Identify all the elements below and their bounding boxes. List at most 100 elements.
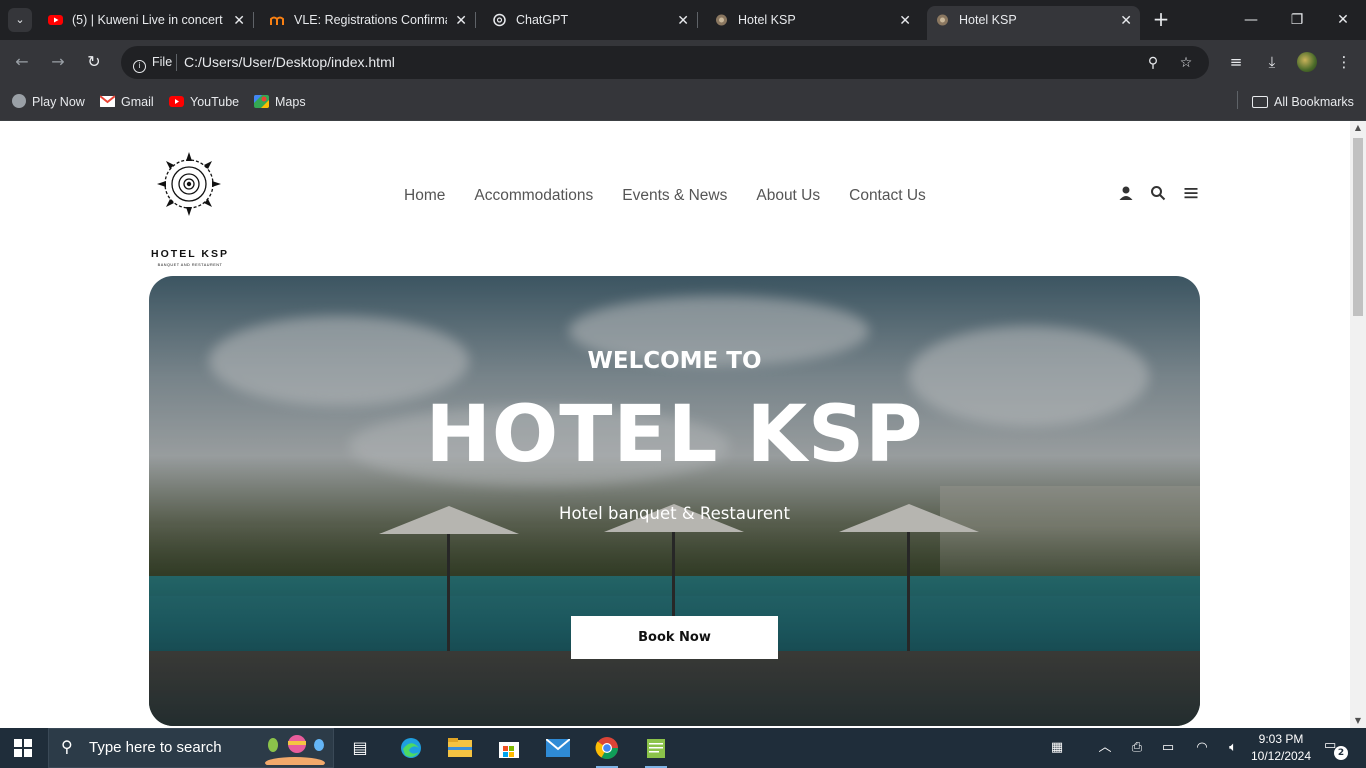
browser-tab[interactable]: (5) | Kuweni Live in concert 2 ✕ (40, 6, 254, 34)
mandala-icon (157, 152, 221, 216)
close-icon[interactable]: ✕ (677, 6, 689, 34)
scheme-label: File (152, 55, 173, 69)
volume-icon[interactable]: 🔈︎ (1223, 738, 1243, 758)
tab-title: (5) | Kuweni Live in concert 2 (72, 13, 225, 27)
hamburger-menu-icon[interactable] (1180, 185, 1202, 207)
site-info-chip[interactable]: i File (127, 51, 180, 74)
bookmark-label: Gmail (121, 95, 154, 109)
taskbar-search-placeholder: Type here to search (89, 739, 222, 756)
edge-icon[interactable] (397, 734, 425, 762)
folder-icon (1252, 96, 1268, 108)
tab-separator (475, 12, 476, 28)
bookmark-maps[interactable]: Maps (254, 92, 306, 112)
site-logo[interactable]: HOTEL KSP BANQUET AND RESTAURENT (147, 151, 233, 267)
info-icon: i (133, 60, 146, 73)
scroll-down-icon[interactable]: ▼ (1350, 714, 1366, 728)
scroll-up-icon[interactable]: ▲ (1350, 121, 1366, 135)
hot-air-balloons-icon (265, 735, 325, 765)
close-icon[interactable]: ✕ (899, 6, 911, 34)
maps-icon (254, 95, 269, 108)
youtube-icon (169, 96, 184, 107)
news-widget-icon[interactable]: ▦ (1045, 738, 1069, 758)
chevron-up-icon[interactable]: ︿ (1095, 738, 1115, 758)
battery-icon[interactable]: ▭ (1158, 738, 1178, 758)
chip-divider (176, 54, 177, 71)
taskbar-search-box[interactable]: ⚲ Type here to search (48, 728, 334, 768)
download-icon[interactable]: ⤓ (1261, 51, 1283, 73)
bookmarks-bar: Play Now Gmail YouTube Maps All Bookmark… (0, 84, 1366, 121)
search-icon: ⚲ (61, 739, 73, 756)
bookmark-play-now[interactable]: Play Now (12, 92, 85, 112)
minimize-icon[interactable]: — (1241, 10, 1261, 30)
tab-title: Hotel KSP (738, 13, 796, 27)
nav-home[interactable]: Home (404, 187, 445, 209)
kebab-menu-icon[interactable]: ⋮ (1333, 51, 1355, 73)
back-arrow-icon[interactable]: ← (11, 51, 33, 73)
book-now-button[interactable]: Book Now (571, 616, 778, 659)
scrollbar-thumb[interactable] (1353, 138, 1363, 316)
hero-subtitle: Hotel banquet & Restaurent (559, 504, 790, 523)
address-bar[interactable]: i File C:/Users/User/Desktop/index.html ⚲… (121, 46, 1209, 79)
main-navigation: Home Accommodations Events & News About … (404, 187, 926, 209)
hero-title: HOTEL KSP (425, 390, 924, 480)
logo-tagline: BANQUET AND RESTAURENT (157, 263, 223, 267)
new-tab-button[interactable]: + (1150, 8, 1172, 30)
nav-accommodations[interactable]: Accommodations (474, 187, 593, 209)
close-icon[interactable]: ✕ (455, 6, 467, 34)
browser-tab[interactable]: Hotel KSP ✕ (706, 6, 919, 34)
windows-start-icon[interactable] (14, 739, 32, 757)
microsoft-store-icon[interactable] (495, 734, 523, 762)
tab-title: ChatGPT (516, 13, 569, 27)
url-text[interactable]: C:/Users/User/Desktop/index.html (184, 46, 395, 79)
forward-arrow-icon[interactable]: → (47, 51, 69, 73)
bookmarks-divider (1237, 91, 1238, 109)
browser-tab[interactable]: VLE: Registrations Confirmati ✕ (262, 6, 476, 34)
task-view-icon[interactable]: ▤ (346, 734, 374, 762)
notification-center-icon[interactable]: ▭ 2 (1324, 738, 1348, 760)
notepad-plus-icon[interactable] (642, 734, 670, 768)
profile-avatar[interactable] (1297, 52, 1317, 72)
hotel-favicon (937, 14, 948, 26)
moodle-icon (270, 16, 284, 25)
zoom-icon[interactable]: ⚲ (1143, 53, 1163, 73)
nav-contact-us[interactable]: Contact Us (849, 187, 926, 209)
tab-title: Hotel KSP (959, 13, 1017, 27)
window-close-icon[interactable]: ✕ (1333, 10, 1353, 30)
nav-events-news[interactable]: Events & News (622, 187, 727, 209)
gmail-icon (100, 95, 115, 107)
openai-icon (493, 13, 506, 27)
browser-tab-active[interactable]: Hotel KSP ✕ (927, 6, 1140, 40)
hotel-favicon (716, 14, 727, 26)
tab-search-button[interactable]: ⌄ (8, 8, 32, 32)
bookmark-youtube[interactable]: YouTube (169, 92, 239, 112)
nav-about-us[interactable]: About Us (756, 187, 820, 209)
user-icon[interactable] (1115, 185, 1137, 207)
close-icon[interactable]: ✕ (1120, 6, 1132, 34)
bookmark-label: Play Now (32, 95, 85, 109)
file-explorer-icon[interactable] (446, 734, 474, 762)
close-icon[interactable]: ✕ (233, 6, 245, 34)
browser-tab[interactable]: ChatGPT ✕ (484, 6, 698, 34)
chrome-icon[interactable] (593, 734, 621, 768)
mail-icon[interactable] (544, 734, 572, 762)
wifi-icon[interactable]: ◠ (1192, 738, 1212, 758)
restore-icon[interactable]: ❐ (1287, 10, 1307, 30)
meet-now-icon[interactable]: ⎙ (1127, 738, 1147, 758)
chevron-down-icon: ⌄ (15, 13, 25, 26)
page-scrollbar[interactable]: ▲ ▼ (1350, 121, 1366, 728)
reading-list-icon[interactable]: ≡ (1225, 51, 1247, 73)
all-bookmarks-button[interactable]: All Bookmarks (1252, 92, 1354, 112)
hero-eyebrow: WELCOME TO (587, 348, 762, 374)
bookmark-gmail[interactable]: Gmail (100, 92, 154, 112)
all-bookmarks-label: All Bookmarks (1274, 95, 1354, 109)
reload-icon[interactable]: ↻ (83, 51, 105, 73)
bookmark-star-icon[interactable]: ☆ (1176, 53, 1196, 73)
tab-title: VLE: Registrations Confirmati (294, 13, 447, 27)
hero-banner: WELCOME TO HOTEL KSP Hotel banquet & Res… (149, 276, 1200, 726)
taskbar-clock[interactable]: 9:03 PM 10/12/2024 (1250, 731, 1312, 765)
browser-toolbar: ← → ↻ i File C:/Users/User/Desktop/index.… (0, 40, 1366, 84)
search-icon[interactable] (1147, 185, 1169, 207)
bookmark-label: Maps (275, 95, 306, 109)
youtube-icon (48, 15, 63, 25)
web-page: HOTEL KSP BANQUET AND RESTAURENT Home Ac… (0, 121, 1350, 728)
